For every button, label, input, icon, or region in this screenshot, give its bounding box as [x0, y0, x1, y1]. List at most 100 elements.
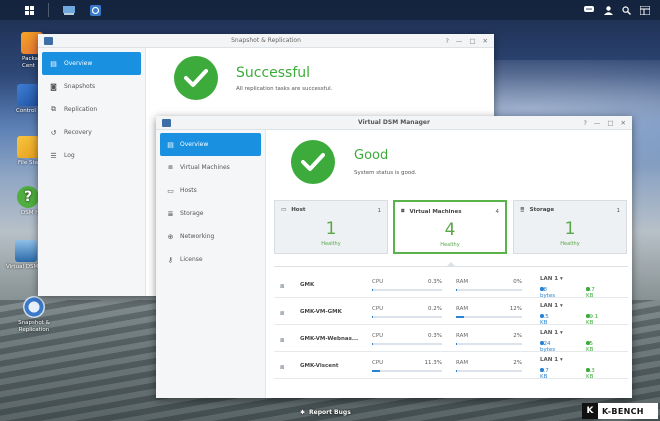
help-icon[interactable]: ?: [445, 34, 448, 48]
cpu-label: CPU: [372, 333, 384, 339]
desktop-icon-snapshot-replication[interactable]: Snapshot & Replication: [14, 296, 54, 333]
status-title: Successful: [236, 65, 311, 81]
nav-networking[interactable]: ⊕ Networking: [160, 225, 261, 248]
close-icon[interactable]: ✕: [621, 116, 626, 130]
folder-icon: [17, 136, 39, 158]
vm-name: GMK-Viscent: [300, 363, 339, 369]
lan-dropdown[interactable]: LAN 1 ▾: [540, 357, 563, 363]
status-text: All replication tasks are successful.: [236, 86, 333, 92]
app-icon: [44, 37, 53, 45]
replication-icon: ⧉: [51, 105, 56, 113]
vm-row[interactable]: ⧈ GMK-VM-Webnas... CPU 0.3% RAM 2% LAN 1 ▾ 624 …: [274, 325, 628, 353]
nav-log[interactable]: ☰ Log: [42, 144, 141, 167]
nav-license[interactable]: ⚷ License: [160, 248, 261, 271]
virtual-dsm-icon: [15, 240, 37, 262]
success-check-icon: [174, 56, 218, 100]
report-bugs-button[interactable]: ✱ Report Bugs: [300, 409, 351, 416]
ram-value: 0%: [513, 279, 522, 285]
nav-recovery[interactable]: ↺ Recovery: [42, 121, 141, 144]
overview-icon: ▤: [167, 140, 174, 149]
virtual-dsm-taskbar-icon[interactable]: [60, 2, 78, 18]
maximize-icon[interactable]: □: [469, 34, 475, 48]
cpu-label: CPU: [372, 306, 384, 312]
control-panel-icon: [17, 84, 39, 106]
ram-value: 2%: [513, 333, 522, 339]
vm-icon: ⧈: [280, 309, 285, 317]
cpu-label: CPU: [372, 360, 384, 366]
cpu-label: CPU: [372, 279, 384, 285]
status-text: System status is good.: [354, 170, 417, 176]
virtual-machines-card[interactable]: ⧈ Virtual Machines 4 4 Healthy: [393, 200, 507, 254]
ram-label: RAM: [456, 279, 469, 285]
bug-icon: ✱: [300, 409, 306, 416]
close-icon[interactable]: ✕: [483, 34, 488, 48]
lan-dropdown[interactable]: LAN 1 ▾: [540, 330, 563, 336]
key-icon: ⚷: [167, 255, 174, 264]
cpu-bar-fill: [372, 370, 380, 372]
network-icon: ⊕: [167, 232, 174, 241]
cpu-bar: [372, 316, 442, 318]
ram-bar: [456, 343, 522, 345]
camera-icon: ◙: [50, 82, 57, 91]
cpu-value: 0.3%: [428, 279, 442, 285]
taskbar: [0, 0, 660, 20]
ram-bar: [456, 316, 522, 318]
cpu-bar-fill: [372, 343, 374, 345]
app-icon: [162, 119, 171, 127]
vm-row[interactable]: ⧈ GMK-VM-GMK CPU 0.2% RAM 12% LAN 1 ▾ 4.5 KB 49.…: [274, 298, 628, 326]
window-title: Virtual DSM Manager: [358, 119, 430, 126]
nav-storage[interactable]: ≣ Storage: [160, 202, 261, 225]
lan-dropdown[interactable]: LAN 1 ▾: [540, 303, 563, 309]
cpu-bar: [372, 289, 442, 291]
lan-dropdown[interactable]: LAN 1 ▾: [540, 276, 563, 282]
ram-bar-fill: [456, 316, 464, 318]
user-icon[interactable]: [599, 2, 617, 18]
ram-label: RAM: [456, 306, 469, 312]
window-titlebar[interactable]: Snapshot & Replication ? — □ ✕: [38, 34, 494, 48]
ram-value: 12%: [509, 306, 522, 312]
host-icon: ▭: [281, 207, 287, 213]
virtual-dsm-manager-window: Virtual DSM Manager ? — □ ✕ ▤ Overview ⧈ V…: [156, 116, 632, 398]
vm-row[interactable]: ⧈ GMK CPU 0.3% RAM 0% LAN 1 ▾ 28 bytes 3.7 KB: [274, 271, 628, 299]
storage-icon: ≣: [167, 209, 174, 218]
minimize-icon[interactable]: —: [456, 34, 463, 48]
vm-name: GMK-VM-Webnas...: [300, 336, 359, 342]
maximize-icon[interactable]: □: [607, 116, 613, 130]
widgets-icon[interactable]: [636, 2, 654, 18]
snapshot-taskbar-icon[interactable]: [86, 2, 104, 18]
nav-overview[interactable]: ▤ Overview: [42, 52, 141, 75]
ram-bar-fill: [456, 289, 457, 291]
vm-icon: ⧈: [280, 363, 285, 371]
ram-bar-fill: [456, 343, 458, 345]
nav-virtual-machines[interactable]: ⧈ Virtual Machines: [160, 156, 261, 179]
vm-name: GMK: [300, 282, 315, 288]
nav-replication[interactable]: ⧉ Replication: [42, 98, 141, 121]
host-card[interactable]: ▭ Host 1 1 Healthy: [274, 200, 388, 254]
grid-icon[interactable]: [20, 2, 38, 18]
sidebar: ▤ Overview ◙ Snapshots ⧉ Replication ↺ Recov…: [38, 48, 146, 296]
cpu-value: 11.3%: [424, 360, 442, 366]
vm-icon: ⧈: [401, 208, 405, 214]
window-titlebar[interactable]: Virtual DSM Manager ? — □ ✕: [156, 116, 632, 130]
window-title: Snapshot & Replication: [231, 37, 301, 44]
nav-overview[interactable]: ▤ Overview: [160, 133, 261, 156]
help-icon[interactable]: ?: [583, 116, 586, 130]
storage-card[interactable]: ≣ Storage 1 1 Healthy: [513, 200, 627, 254]
search-icon[interactable]: [617, 2, 635, 18]
vm-row[interactable]: ⧈ GMK-Viscent CPU 11.3% RAM 2% LAN 1 ▾ 1.7 KB 8.…: [274, 352, 628, 380]
cpu-value: 0.3%: [428, 333, 442, 339]
vm-name: GMK-VM-GMK: [300, 309, 342, 315]
vm-icon: ⧈: [280, 336, 285, 344]
nav-hosts[interactable]: ▭ Hosts: [160, 179, 261, 202]
recovery-icon: ↺: [50, 128, 57, 137]
nav-snapshots[interactable]: ◙ Snapshots: [42, 75, 141, 98]
kbench-watermark: K K-BENCH: [582, 403, 658, 419]
minimize-icon[interactable]: —: [594, 116, 601, 130]
ram-bar: [456, 370, 522, 372]
chat-icon[interactable]: [580, 2, 598, 18]
status-title: Good: [354, 148, 389, 163]
ram-label: RAM: [456, 333, 469, 339]
snapshot-icon: [23, 296, 45, 318]
ram-bar: [456, 289, 522, 291]
selection-pointer: [446, 262, 456, 267]
